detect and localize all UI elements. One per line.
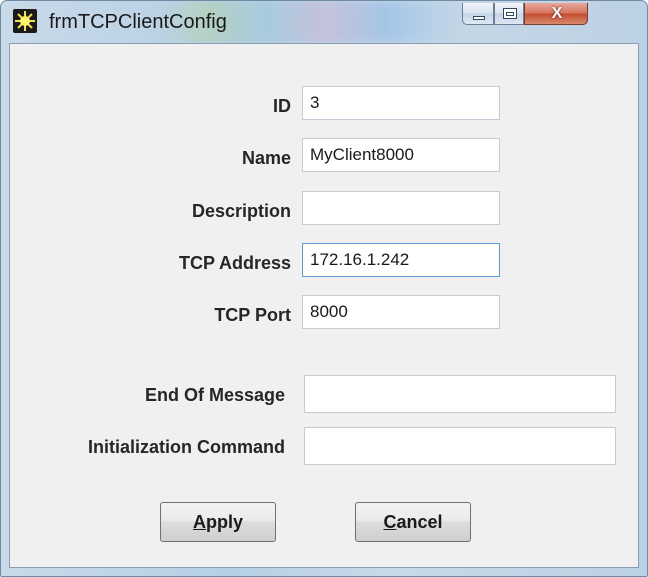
cancel-mnemonic: C — [383, 512, 397, 532]
window-title: frmTCPClientConfig — [49, 11, 227, 33]
tcp-address-field[interactable]: 172.16.1.242 — [302, 243, 500, 277]
apply-mnemonic: A — [192, 512, 206, 532]
tcp-port-label: TCP Port — [214, 305, 291, 325]
title-bar[interactable]: frmTCPClientConfig X — [1, 1, 647, 43]
description-label: Description — [191, 201, 291, 221]
maximize-icon — [503, 8, 517, 19]
initialization-command-label: Initialization Command — [87, 437, 285, 457]
tcp-client-config-window: frmTCPClientConfig X ID 3 Name MyClient8… — [0, 0, 648, 577]
initialization-command-field[interactable] — [304, 427, 616, 465]
close-icon: X — [551, 5, 563, 22]
name-field[interactable]: MyClient8000 — [302, 138, 500, 172]
end-of-message-label: End Of Message — [144, 385, 285, 405]
minimize-icon — [473, 16, 485, 20]
app-sun-icon[interactable] — [13, 9, 37, 33]
end-of-message-field[interactable] — [304, 375, 616, 413]
apply-button[interactable]: Apply — [160, 502, 276, 542]
cancel-label-rest: ancel — [396, 512, 443, 532]
name-label: Name — [241, 148, 291, 168]
minimize-button[interactable] — [462, 3, 494, 25]
tcp-port-field[interactable]: 8000 — [302, 295, 500, 329]
maximize-button[interactable] — [494, 3, 524, 25]
caption-buttons: X — [462, 3, 588, 27]
description-field[interactable] — [302, 191, 500, 225]
close-button[interactable]: X — [524, 3, 588, 25]
form-client-area: ID 3 Name MyClient8000 Description TCP A… — [9, 43, 639, 568]
id-label: ID — [273, 96, 291, 116]
id-field[interactable]: 3 — [302, 86, 500, 120]
tcp-address-label: TCP Address — [178, 253, 291, 273]
apply-label-rest: pply — [205, 512, 243, 532]
cancel-button[interactable]: Cancel — [355, 502, 471, 542]
